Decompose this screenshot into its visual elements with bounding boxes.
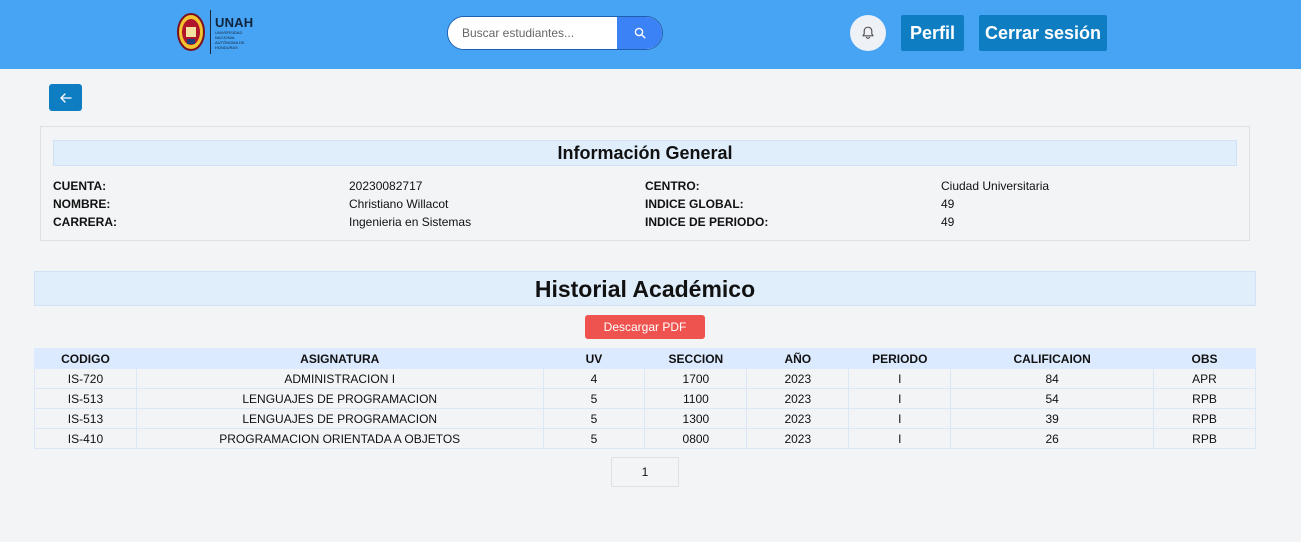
- table-cell: RPB: [1153, 408, 1256, 429]
- table-cell: 1700: [644, 368, 748, 389]
- table-cell: RPB: [1153, 388, 1256, 409]
- table-cell: ADMINISTRACION I: [135, 368, 544, 389]
- table-cell: 5: [542, 408, 646, 429]
- table-cell: IS-410: [34, 428, 137, 449]
- table-cell: 5: [542, 428, 646, 449]
- academic-history-table: CODIGO ASIGNATURA UV SECCION AÑO PERIODO…: [34, 348, 1256, 449]
- info-row: NOMBRE: Christiano Willacot INDICE GLOBA…: [53, 195, 1237, 213]
- logo-subtitle: UNIVERSIDAD NACIONAL AUTÓNOMA DE HONDURA…: [215, 29, 245, 50]
- column-header: CALIFICAION: [950, 348, 1155, 369]
- download-pdf-button[interactable]: Descargar PDF: [585, 315, 705, 339]
- table-header-row: CODIGO ASIGNATURA UV SECCION AÑO PERIODO…: [34, 348, 1256, 369]
- table-cell: 2023: [746, 428, 850, 449]
- table-cell: 2023: [746, 368, 850, 389]
- table-cell: IS-513: [34, 408, 137, 429]
- table-cell: 2023: [746, 388, 850, 409]
- back-button[interactable]: [49, 84, 82, 111]
- table-cell: PROGRAMACION ORIENTADA A OBJETOS: [135, 428, 544, 449]
- table-cell: LENGUAJES DE PROGRAMACION: [135, 388, 544, 409]
- table-cell: 26: [950, 428, 1155, 449]
- top-navbar: UNAH UNIVERSIDAD NACIONAL AUTÓNOMA DE HO…: [0, 0, 1301, 69]
- unah-logo[interactable]: UNAH UNIVERSIDAD NACIONAL AUTÓNOMA DE HO…: [176, 10, 259, 54]
- bell-icon: [862, 26, 874, 40]
- table-cell: IS-513: [34, 388, 137, 409]
- center-label: CENTRO:: [645, 179, 700, 193]
- column-header: OBS: [1153, 348, 1256, 369]
- table-cell: 5: [542, 388, 646, 409]
- table-cell: 4: [542, 368, 646, 389]
- name-value: Christiano Willacot: [349, 197, 449, 211]
- table-cell: I: [848, 388, 952, 409]
- global-index-value: 49: [941, 197, 955, 211]
- table-row: IS-513 LENGUAJES DE PROGRAMACION 5 1100 …: [34, 388, 1256, 409]
- search-button[interactable]: [617, 17, 662, 49]
- column-header: CODIGO: [34, 348, 137, 369]
- search-bar: [447, 16, 663, 50]
- career-value: Ingenieria en Sistemas: [349, 215, 472, 229]
- name-label: NOMBRE:: [53, 197, 111, 211]
- column-header: UV: [542, 348, 646, 369]
- table-cell: I: [848, 428, 952, 449]
- table-cell: 2023: [746, 408, 850, 429]
- academic-history-title: Historial Académico: [34, 271, 1256, 306]
- logo-divider: [210, 10, 211, 54]
- table-cell: I: [848, 408, 952, 429]
- table-cell: IS-720: [34, 368, 137, 389]
- notifications-button[interactable]: [850, 15, 886, 51]
- table-cell: 84: [950, 368, 1155, 389]
- column-header: AÑO: [746, 348, 850, 369]
- table-cell: RPB: [1153, 428, 1256, 449]
- period-index-value: 49: [941, 215, 955, 229]
- column-header: PERIODO: [848, 348, 952, 369]
- pagination-page-button[interactable]: 1: [611, 457, 679, 487]
- table-row: IS-513 LENGUAJES DE PROGRAMACION 5 1300 …: [34, 408, 1256, 429]
- global-index-label: INDICE GLOBAL:: [645, 197, 744, 211]
- info-row: CARRERA: Ingenieria en Sistemas INDICE D…: [53, 213, 1237, 231]
- arrow-left-icon: [59, 92, 72, 103]
- general-info-grid: CUENTA: 20230082717 CENTRO: Ciudad Unive…: [53, 177, 1237, 231]
- career-label: CARRERA:: [53, 215, 117, 229]
- account-value: 20230082717: [349, 179, 423, 193]
- column-header: SECCION: [644, 348, 748, 369]
- info-row: CUENTA: 20230082717 CENTRO: Ciudad Unive…: [53, 177, 1237, 195]
- table-row: IS-410 PROGRAMACION ORIENTADA A OBJETOS …: [34, 428, 1256, 449]
- table-cell: 39: [950, 408, 1155, 429]
- profile-button[interactable]: Perfil: [901, 15, 964, 51]
- search-input[interactable]: [448, 17, 617, 49]
- column-header: ASIGNATURA: [135, 348, 544, 369]
- table-cell: APR: [1153, 368, 1256, 389]
- general-info-card: Información General CUENTA: 20230082717 …: [40, 126, 1250, 241]
- table-cell: 54: [950, 388, 1155, 409]
- table-row: IS-720 ADMINISTRACION I 4 1700 2023 I 84…: [34, 368, 1256, 389]
- period-index-label: INDICE DE PERIODO:: [645, 215, 769, 229]
- center-value: Ciudad Universitaria: [941, 179, 1050, 193]
- table-cell: 1100: [644, 388, 748, 409]
- logo-title: UNAH: [215, 14, 254, 30]
- table-cell: 0800: [644, 428, 748, 449]
- general-info-title: Información General: [53, 140, 1237, 166]
- logout-button[interactable]: Cerrar sesión: [979, 15, 1107, 51]
- table-cell: I: [848, 368, 952, 389]
- account-label: CUENTA:: [53, 179, 107, 193]
- table-cell: 1300: [644, 408, 748, 429]
- table-cell: LENGUAJES DE PROGRAMACION: [135, 408, 544, 429]
- search-icon: [634, 27, 646, 39]
- university-seal-icon: [176, 11, 206, 53]
